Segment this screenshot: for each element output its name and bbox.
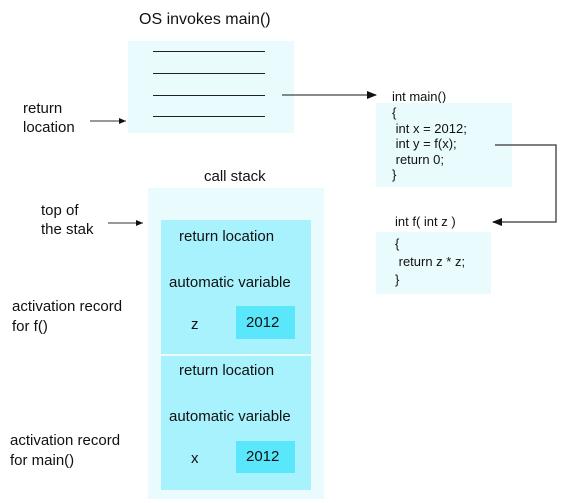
arrows-layer: [90, 91, 557, 356]
call-f-arrow: [492, 144, 557, 226]
